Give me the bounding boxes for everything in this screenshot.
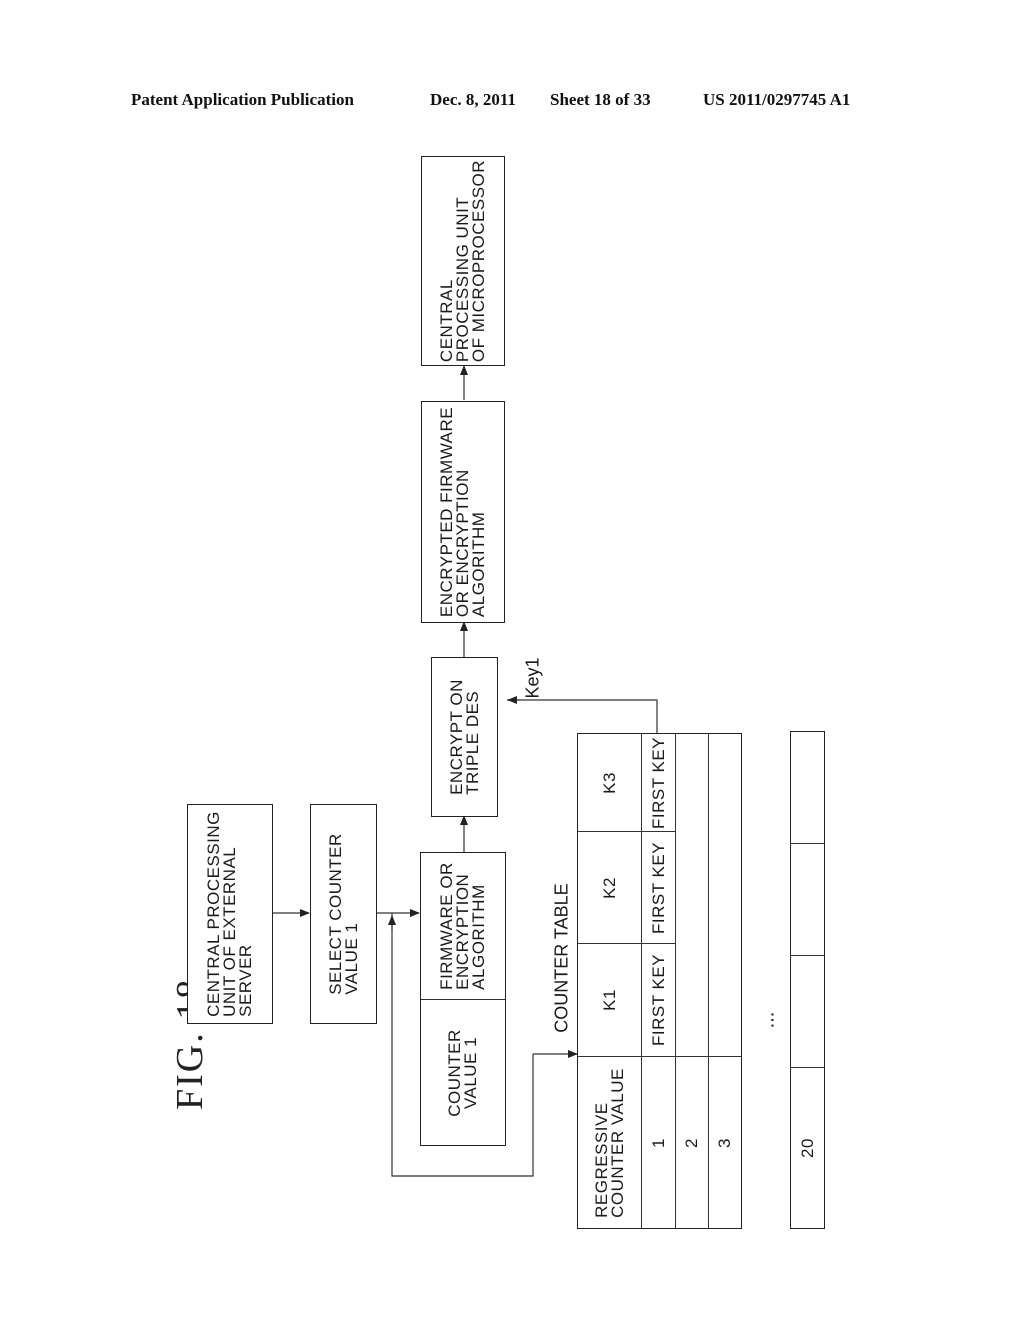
row1-k2-text: FIRST KEY [648, 841, 668, 934]
row1-k1: FIRST KEY [642, 944, 676, 1057]
header-regressive-counter-value: REGRESSIVE COUNTER VALUE [578, 1057, 642, 1228]
table-ellipsis: ... [756, 1011, 779, 1029]
row20-k3 [791, 732, 824, 844]
cpu-microprocessor-box: CENTRAL PROCESSING UNIT OF MICROPROCESSO… [421, 156, 505, 366]
firmware-text: FIRMWARE OR ENCRYPTION ALGORITHM [437, 862, 488, 990]
row20-k1 [791, 956, 824, 1068]
header-k3-text: K3 [599, 771, 619, 794]
firmware-packet-box: FIRMWARE OR ENCRYPTION ALGORITHM COUNTER… [420, 852, 506, 1146]
row1-counter-text: 1 [648, 1137, 668, 1148]
key1-label: Key1 [522, 657, 543, 699]
header-k2-text: K2 [599, 876, 619, 899]
counter-table-title: COUNTER TABLE [551, 883, 572, 1033]
firmware-section: FIRMWARE OR ENCRYPTION ALGORITHM [421, 853, 505, 999]
header-k3: K3 [578, 734, 642, 832]
row20-counter: 20 [791, 1068, 824, 1228]
row2-counter: 2 [676, 1057, 709, 1228]
connector-lines [272, 365, 658, 1177]
row1-k1-text: FIRST KEY [648, 953, 668, 1047]
row2-keys [676, 734, 709, 1057]
counter-table-row-20: 20 [790, 731, 825, 1229]
row3-counter-text: 3 [715, 1137, 734, 1148]
select-counter-text: SELECT COUNTER VALUE 1 [325, 833, 361, 995]
row3-keys [709, 734, 741, 1057]
row20-k2 [791, 844, 824, 956]
row2-counter-text: 2 [682, 1137, 701, 1148]
cpu-microprocessor-text: CENTRAL PROCESSING UNIT OF MICROPROCESSO… [437, 159, 488, 363]
row1-k3-text: FIRST KEY [648, 736, 668, 829]
row20-counter-text: 20 [797, 1138, 817, 1158]
encrypt-triple-des-box: ENCRYPT ON TRIPLE DES [431, 657, 498, 817]
row1-k3: FIRST KEY [642, 734, 676, 832]
header-k1-text: K1 [599, 989, 619, 1011]
header-regressive-text: REGRESSIVE COUNTER VALUE [591, 1067, 627, 1218]
key-line [507, 699, 658, 733]
cpu-external-server-box: CENTRAL PROCESSING UNIT OF EXTERNAL SERV… [187, 804, 273, 1024]
counter-value-section: COUNTER VALUE 1 [421, 999, 505, 1145]
encrypt-triple-des-text: ENCRYPT ON TRIPLE DES [446, 679, 482, 795]
cpu-external-server-text: CENTRAL PROCESSING UNIT OF EXTERNAL SERV… [204, 811, 255, 1017]
counter-table: K3 K2 K1 REGRESSIVE COUNTER VALUE FIRST … [577, 733, 742, 1229]
encrypted-firmware-text: ENCRYPTED FIRMWARE OR ENCRYPTION ALGORIT… [437, 406, 488, 618]
header-k2: K2 [578, 832, 642, 944]
counter-value-text: COUNTER VALUE 1 [445, 1028, 480, 1117]
encrypted-firmware-box: ENCRYPTED FIRMWARE OR ENCRYPTION ALGORIT… [421, 401, 505, 623]
row1-k2: FIRST KEY [642, 832, 676, 944]
select-counter-box: SELECT COUNTER VALUE 1 [310, 804, 377, 1024]
row1-counter: 1 [642, 1057, 676, 1228]
header-k1: K1 [578, 944, 642, 1057]
row3-counter: 3 [709, 1057, 741, 1228]
